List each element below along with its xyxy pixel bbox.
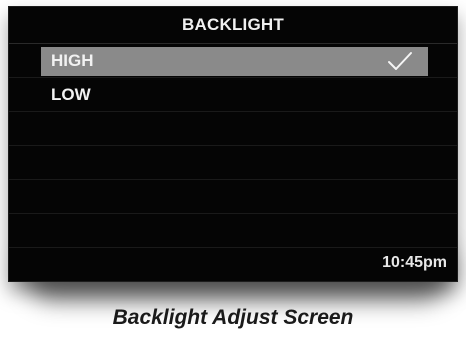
empty-menu-row (9, 112, 457, 146)
clock-time: 10:45pm (382, 254, 447, 271)
selection-highlight (41, 47, 428, 76)
menu-option-low[interactable]: LOW (9, 78, 457, 112)
screen-title: BACKLIGHT (9, 7, 457, 44)
screen-caption: Backlight Adjust Screen (112, 306, 354, 329)
checkmark-icon (388, 52, 412, 70)
empty-menu-row (9, 180, 457, 214)
menu-option-label: LOW (51, 85, 91, 104)
empty-menu-row (9, 146, 457, 180)
device-screen: BACKLIGHT HIGH LOW 10:45pm (8, 6, 458, 282)
page: BACKLIGHT HIGH LOW 10:45pm Backlight Adj… (0, 0, 466, 340)
empty-menu-row (9, 214, 457, 248)
menu-option-high[interactable]: HIGH (9, 44, 457, 78)
menu-option-label: HIGH (51, 51, 94, 70)
backlight-menu: HIGH LOW (9, 44, 457, 281)
